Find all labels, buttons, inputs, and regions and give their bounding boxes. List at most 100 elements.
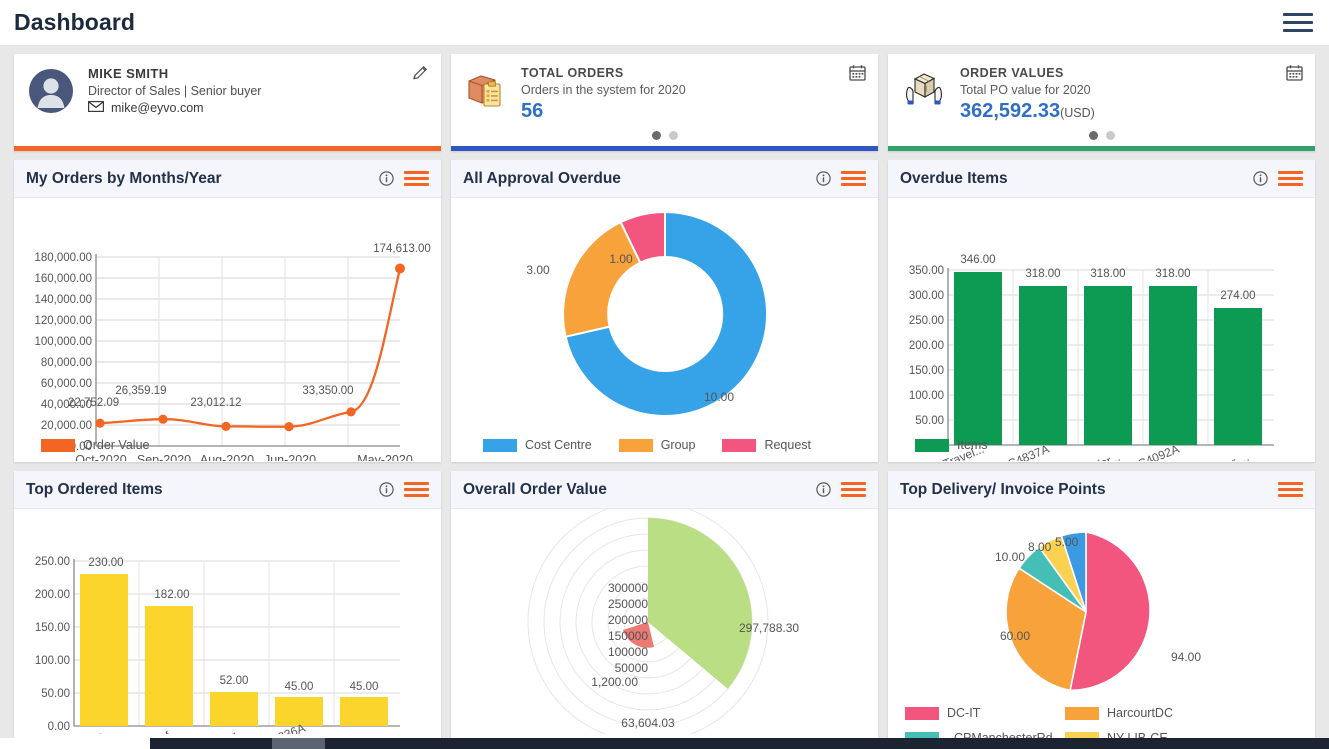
widget-all-approval-overdue: All Approval Overdue 1.00 3.00 10.00 Cos… — [451, 160, 878, 462]
legend-label: Order Value — [83, 438, 150, 452]
profile-name: MIKE SMITH — [88, 66, 169, 81]
kpi-title: TOTAL ORDERS — [521, 66, 624, 80]
envelope-icon — [87, 100, 105, 115]
info-icon[interactable] — [816, 171, 831, 186]
svg-text:180,000.00: 180,000.00 — [34, 252, 92, 264]
svg-text:100000: 100000 — [608, 645, 648, 659]
hamburger-icon[interactable] — [1283, 13, 1313, 32]
pie-chart-canvas: 94.00 60.00 10.00 8.00 5.00 DC-IT Harcou… — [888, 509, 1315, 749]
svg-text:100.00: 100.00 — [909, 390, 944, 402]
svg-text:140,000.00: 140,000.00 — [34, 294, 92, 306]
donut-chart-canvas: 1.00 3.00 10.00 Cost Centre Group Reques… — [451, 198, 878, 462]
polar-label-min: 1,200.00 — [591, 675, 638, 689]
svg-text:0.00: 0.00 — [48, 721, 70, 733]
svg-text:318.00: 318.00 — [1155, 268, 1190, 280]
scrollbar-thumb[interactable] — [272, 738, 325, 749]
pie-label-cpmanchesterrd: 10.00 — [995, 550, 1025, 564]
widget-overdue-items: Overdue Items 350.00 300.00 250.00 200.00 … — [888, 160, 1315, 462]
carousel-dots[interactable] — [451, 131, 878, 140]
svg-text:23,012.12: 23,012.12 — [190, 397, 241, 409]
edit-pencil-icon[interactable] — [412, 64, 429, 86]
info-icon[interactable] — [379, 482, 394, 497]
svg-text:182.00: 182.00 — [154, 589, 189, 601]
donut-label-cost-centre: 10.00 — [704, 390, 734, 404]
widget-header: Top Delivery/ Invoice Points — [888, 471, 1315, 509]
legend-swatch — [722, 438, 757, 452]
line-chart-canvas: 180,000.00 160,000.00 140,000.00 120,000… — [14, 198, 441, 462]
svg-text:160,000.00: 160,000.00 — [34, 273, 92, 285]
svg-text:150.00: 150.00 — [909, 365, 944, 377]
carousel-dot[interactable] — [1105, 131, 1115, 140]
profile-role: Director of Sales | Senior buyer — [88, 84, 262, 98]
chart-row-1: My Orders by Months/Year 180,000.00 160,… — [14, 160, 1315, 462]
info-icon[interactable] — [816, 482, 831, 497]
svg-text:50.00: 50.00 — [915, 415, 944, 427]
widget-title: All Approval Overdue — [463, 169, 621, 187]
svg-text:150.00: 150.00 — [35, 622, 70, 634]
hamburger-line — [1283, 13, 1313, 16]
svg-text:52.00: 52.00 — [220, 675, 249, 687]
bar-chart-canvas: 250.00 200.00 150.00 100.00 50.00 0.00 2… — [14, 509, 441, 749]
svg-text:60,000.00: 60,000.00 — [41, 378, 92, 390]
legend-item[interactable]: DC-IT — [905, 706, 1045, 720]
widget-top-delivery-invoice-points: Top Delivery/ Invoice Points 94.00 60.00… — [888, 471, 1315, 749]
svg-text:150000: 150000 — [608, 629, 648, 643]
pie-label-dc-it: 94.00 — [1171, 650, 1201, 664]
profile-card: MIKE SMITH Director of Sales | Senior bu… — [14, 54, 441, 151]
scrollbar-track[interactable] — [150, 738, 272, 749]
legend-item[interactable]: Group — [618, 438, 695, 452]
legend-swatch — [41, 438, 75, 452]
widget-header: Overdue Items — [888, 160, 1315, 198]
dashboard-body: MIKE SMITH Director of Sales | Senior bu… — [0, 46, 1329, 749]
svg-text:200.00: 200.00 — [35, 589, 70, 601]
widget-header: All Approval Overdue — [451, 160, 878, 198]
svg-text:274.00: 274.00 — [1220, 290, 1255, 302]
widget-menu-icon[interactable] — [1278, 171, 1303, 186]
carousel-dots[interactable] — [888, 131, 1315, 140]
svg-text:May-2020: May-2020 — [357, 453, 413, 461]
svg-text:300000: 300000 — [608, 581, 648, 595]
svg-text:20,000.00: 20,000.00 — [41, 420, 92, 432]
widget-menu-icon[interactable] — [404, 171, 429, 186]
legend-label: HarcourtDC — [1107, 706, 1173, 720]
widget-header: Overall Order Value — [451, 471, 878, 509]
scrollbar-track-left[interactable] — [0, 738, 150, 749]
kpi-value: 362,592.33(USD) — [960, 100, 1301, 123]
carousel-dot[interactable] — [668, 131, 678, 140]
widget-menu-icon[interactable] — [841, 482, 866, 497]
chart-legend: Order Value — [41, 438, 149, 452]
info-icon[interactable] — [379, 171, 394, 186]
legend-label: Cost Centre — [525, 438, 592, 452]
svg-text:Oct-2020: Oct-2020 — [75, 453, 126, 461]
calendar-icon[interactable] — [1286, 64, 1303, 86]
widget-my-orders-by-months: My Orders by Months/Year 180,000.00 160,… — [14, 160, 441, 462]
svg-text:512Mb for ...: 512Mb for ... — [1183, 450, 1251, 461]
svg-text:250000: 250000 — [608, 597, 648, 611]
widget-menu-icon[interactable] — [841, 171, 866, 186]
widget-title: Overall Order Value — [463, 480, 607, 498]
info-icon[interactable] — [1253, 171, 1268, 186]
svg-text:250.00: 250.00 — [909, 315, 944, 327]
carousel-dot-active[interactable] — [1088, 131, 1098, 140]
legend-item[interactable]: Cost Centre — [483, 438, 592, 452]
widget-menu-icon[interactable] — [404, 482, 429, 497]
svg-text:318.00: 318.00 — [1090, 268, 1125, 280]
calendar-icon[interactable] — [849, 64, 866, 86]
widget-header: Top Ordered Items — [14, 471, 441, 509]
svg-text:346.00: 346.00 — [960, 254, 995, 266]
legend-item[interactable]: HarcourtDC — [1065, 706, 1173, 720]
widget-menu-icon[interactable] — [1278, 482, 1303, 497]
carousel-dot-active[interactable] — [651, 131, 661, 140]
horizontal-scrollbar[interactable] — [0, 738, 1329, 749]
svg-text:80,000.00: 80,000.00 — [41, 357, 92, 369]
donut-label-request: 1.00 — [609, 252, 633, 266]
legend-item[interactable]: Request — [722, 438, 811, 452]
widget-overall-order-value: Overall Order Value 300000 250000 200000… — [451, 471, 878, 749]
bar-chart-canvas: 350.00 300.00 250.00 200.00 150.00 100.00 5… — [888, 198, 1315, 462]
svg-text:Sep-2020: Sep-2020 — [137, 453, 191, 461]
polar-chart-canvas: 300000 250000 200000 150000 100000 50000… — [451, 509, 878, 749]
svg-text:100.00: 100.00 — [35, 655, 70, 667]
legend-label: Items — [957, 438, 988, 452]
svg-text:50000: 50000 — [615, 661, 649, 675]
hamburger-line — [1283, 29, 1313, 32]
